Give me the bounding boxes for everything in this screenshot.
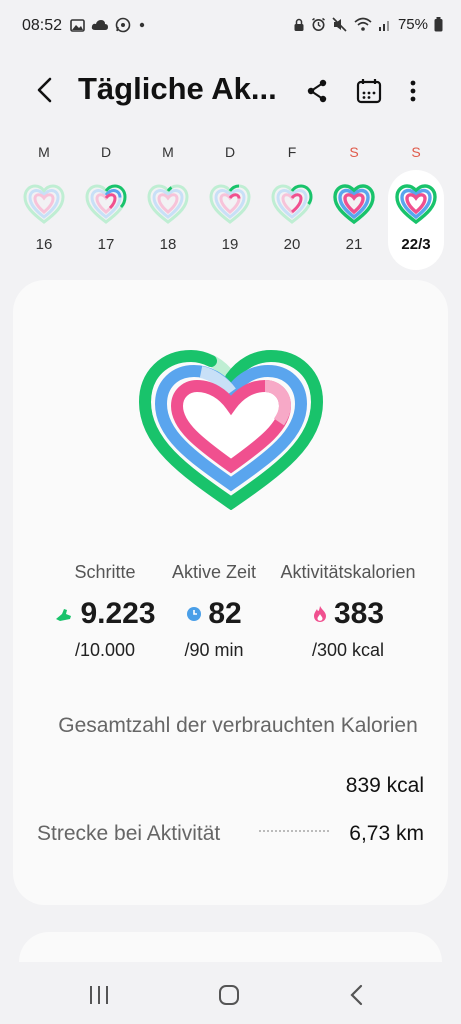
mute-icon [332,17,348,32]
active-time-label: Aktive Zeit [171,562,257,582]
day-date: 21 [345,236,363,253]
signal-icon [378,18,392,32]
week-selector: M 16 D 17 M 18 D 19 F 20 S 21 S 22/3 [0,140,461,272]
steps-goal: /10.000 [74,640,136,660]
day-date: 17 [97,236,115,253]
distance-value: 6,73 km [349,822,424,845]
steps-stat[interactable]: Schritte 9.223 /10.000 [49,562,161,660]
back-nav-icon[interactable] [344,982,370,1008]
day-letter: M [162,144,174,160]
steps-value-row: 9.223 [49,597,161,631]
active-time-goal: /90 min [184,640,244,660]
heart-icon [84,182,128,226]
calories-stat[interactable]: Aktivitätskalorien 383 /300 kcal [263,562,433,660]
day-date: 19 [221,236,239,253]
day-date: 16 [35,236,53,253]
day-21[interactable]: S 21 [326,140,382,268]
calories-value: 383 [333,597,385,630]
day-date: 18 [159,236,177,253]
calories-value-row: 383 [263,597,433,631]
shoe-icon [54,605,74,623]
more-icon[interactable] [396,74,430,108]
dot-icon [137,20,147,30]
lock-icon [293,18,305,32]
day-17[interactable]: D 17 [78,140,134,268]
calories-goal: /300 kcal [311,640,385,660]
image-icon [70,18,85,33]
day-letter: F [287,144,297,160]
steps-label: Schritte [74,562,136,582]
activity-rings-heart [138,349,324,511]
battery-icon [434,17,443,32]
day-20[interactable]: F 20 [264,140,320,268]
day-date: 22/3 [401,236,431,253]
steps-value: 9.223 [80,597,156,630]
app-header: Tägliche Ak... [0,60,461,120]
cloud-icon [91,18,109,32]
flame-icon [312,605,328,623]
whatsapp-icon [115,17,131,33]
total-calories-label: Gesamtzahl der verbrauchten Kalorien [58,714,418,737]
total-calories-value: 839 kcal [345,774,424,797]
calories-label: Aktivitätskalorien [280,562,416,582]
calendar-icon[interactable] [352,74,386,108]
status-bar: 08:52 75% [0,0,461,52]
day-date: 20 [283,236,301,253]
wifi-icon [354,17,372,32]
day-letter: D [100,144,112,160]
alarm-icon [311,17,326,32]
heart-icon [332,182,376,226]
day-22-selected[interactable]: S 22/3 [388,144,444,270]
clock-icon [186,606,202,622]
day-letter: S [349,144,359,160]
day-letter: D [224,144,236,160]
system-status: 75% [293,16,443,33]
back-icon[interactable] [30,74,60,106]
activity-card: Schritte 9.223 /10.000 Aktive Zeit 82 /9… [13,280,448,905]
system-nav-bar [0,962,461,1024]
distance-label: Strecke bei Aktivität [37,822,221,845]
day-letter: M [38,144,50,160]
active-time-stat[interactable]: Aktive Zeit 82 /90 min [153,562,275,660]
status-time: 08:52 [22,17,63,34]
heart-icon [208,182,252,226]
day-19[interactable]: D 19 [202,140,258,268]
day-letter: S [411,144,421,160]
distance-leader-dots [259,830,329,832]
day-16[interactable]: M 16 [16,140,72,268]
active-time-value: 82 [208,597,242,630]
day-18[interactable]: M 18 [140,140,196,268]
active-time-value-row: 82 [153,597,275,631]
heart-icon [270,182,314,226]
heart-icon [146,182,190,226]
battery-percent: 75% [397,16,428,33]
heart-icon [22,182,66,226]
page-title: Tägliche Ak... [78,71,277,106]
notification-icons [70,17,147,33]
share-icon[interactable] [300,74,334,108]
heart-icon [394,182,438,226]
recents-icon[interactable] [86,982,112,1008]
home-icon[interactable] [216,982,242,1008]
